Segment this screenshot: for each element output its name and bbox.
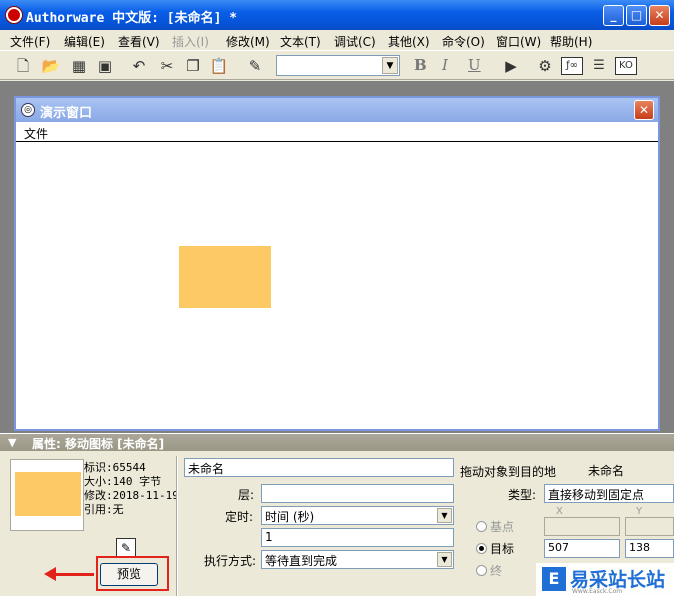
thumbnail-preview [15,472,81,516]
menu-text[interactable]: 文本(T) [280,33,321,50]
presentation-window-title: 演示窗口 [40,106,93,121]
edit-icon[interactable]: ✎ [116,538,136,558]
base-y-field[interactable] [625,517,674,536]
undo-icon[interactable]: ↶ [128,55,150,77]
icon-thumbnail [10,459,84,531]
pointer-arrow-line [52,573,94,576]
menu-bar: 文件(F) 编辑(E) 查看(V) 插入(I) 修改(M) 文本(T) 调试(C… [0,30,674,50]
variable-icon[interactable]: ☰ [588,55,610,77]
chevron-down-icon[interactable]: ▼ [437,508,452,523]
import-icon[interactable]: ▣ [94,55,116,77]
type-label: 类型: [508,488,537,502]
presentation-window-titlebar[interactable]: ◎ 演示窗口 ✕ [16,98,658,122]
properties-header[interactable]: ▼ 属性: 移动图标 [未命名] [0,434,674,451]
preview-highlight-box [96,556,169,591]
knowledge-objects-icon[interactable]: KO [615,57,637,75]
layer-field[interactable] [261,484,454,503]
italic-button[interactable]: I [442,56,448,74]
exec-mode-select[interactable]: 等待直到完成 ▼ [261,550,454,569]
chevron-down-icon[interactable]: ▼ [437,552,452,567]
target-label: 目标 [490,542,515,556]
presentation-window-close-button[interactable]: ✕ [634,100,654,120]
icon-name-field[interactable]: 未命名 [184,458,454,477]
authorware-app-icon[interactable] [6,7,22,23]
run-icon[interactable]: ▶ [500,55,522,77]
paste-icon[interactable]: 📋 [208,55,230,77]
copy-icon[interactable]: ❐ [182,55,204,77]
title-bar: Authorware 中文版: [未命名] * _ □ ✕ [0,0,674,30]
layer-label: 层: [238,488,255,502]
target-radio[interactable] [476,543,487,554]
menu-edit[interactable]: 编辑(E) [64,33,105,50]
menu-debug[interactable]: 调试(C) [334,33,376,50]
base-point-label: 基点 [490,520,515,534]
x-column-label: X [556,506,563,517]
presentation-canvas[interactable] [16,143,658,429]
bold-button[interactable]: B [414,56,427,74]
properties-title: 属性: 移动图标 [未命名] [32,437,165,451]
menu-other[interactable]: 其他(X) [388,33,430,50]
y-column-label: Y [636,506,643,517]
pointer-arrow-icon [44,567,56,581]
presentation-window: ◎ 演示窗口 ✕ 文件 [14,96,660,431]
save-all-icon[interactable]: ▦ [68,55,90,77]
new-file-icon[interactable]: 🗋 [12,55,34,77]
base-x-field[interactable] [544,517,620,536]
drag-instruction-label: 拖动对象到目的地 [460,465,557,479]
timing-select-value: 时间 (秒) [265,510,315,524]
maximize-button[interactable]: □ [626,5,647,26]
menu-view[interactable]: 查看(V) [118,33,160,50]
chevron-down-icon[interactable]: ▼ [382,57,398,74]
function-icon[interactable]: ƒ∞ [561,57,583,75]
exec-mode-label: 执行方式: [204,554,257,568]
font-select[interactable]: ▼ [276,55,400,76]
timing-label: 定时: [225,510,254,524]
collapse-arrow-icon[interactable]: ▼ [8,436,16,449]
menu-insert[interactable]: 插入(I) [172,33,209,50]
menu-file[interactable]: 文件(F) [10,33,50,50]
site-watermark: E 易采站长站 Www.Easck.Com [536,563,674,596]
minimize-button[interactable]: _ [603,5,624,26]
menu-window[interactable]: 窗口(W) [496,33,541,50]
find-icon[interactable]: ✎ [244,55,266,77]
cut-icon[interactable]: ✂ [156,55,178,77]
menu-command[interactable]: 命令(O) [442,33,485,50]
drag-target-name: 未命名 [584,460,674,479]
type-select[interactable]: 直接移动到固定点 [544,484,674,503]
presentation-window-menubar: 文件 [16,122,658,142]
moving-object[interactable] [179,246,271,308]
toolbar: 🗋 📂 ▦ ▣ ↶ ✂ ❐ 📋 ✎ ▼ B I U ▶ ⚙ ƒ∞ ☰ KO [0,50,674,80]
menu-modify[interactable]: 修改(M) [226,33,270,50]
panel-divider [176,456,178,596]
timing-select[interactable]: 时间 (秒) ▼ [261,506,454,525]
control-panel-icon[interactable]: ⚙ [534,55,556,77]
close-button[interactable]: ✕ [649,5,670,26]
base-point-radio[interactable] [476,521,487,532]
open-folder-icon[interactable]: 📂 [40,55,62,77]
presentation-menu-file[interactable]: 文件 [24,125,48,142]
end-point-label: 终 [490,564,503,578]
watermark-logo: E [542,567,566,591]
end-point-radio[interactable] [476,565,487,576]
window-title: Authorware 中文版: [未命名] * [26,11,238,26]
underline-button[interactable]: U [468,56,481,74]
icon-references: 引用:无 [84,503,124,516]
target-x-field[interactable]: 507 [544,539,620,558]
watermark-url: Www.Easck.Com [572,588,623,595]
target-y-field[interactable]: 138 [625,539,674,558]
menu-help[interactable]: 帮助(H) [550,33,592,50]
timing-value-field[interactable]: 1 [261,528,454,547]
presentation-window-icon: ◎ [21,103,35,117]
exec-mode-select-value: 等待直到完成 [265,554,338,568]
